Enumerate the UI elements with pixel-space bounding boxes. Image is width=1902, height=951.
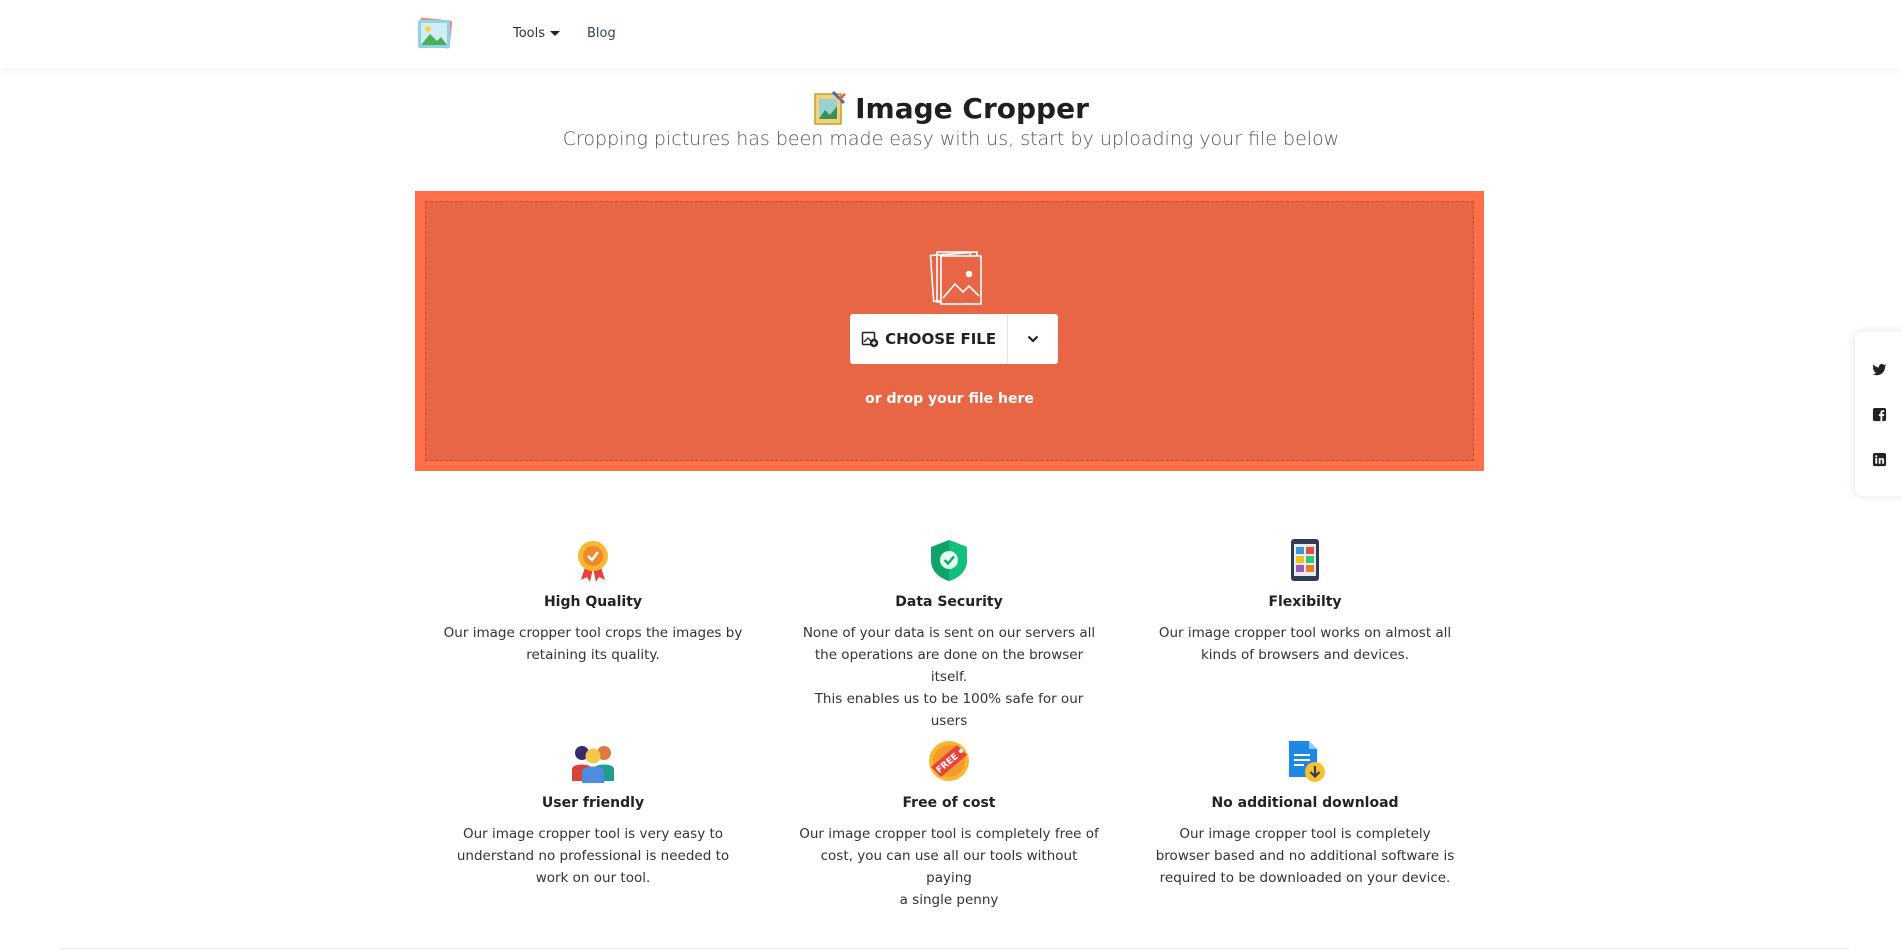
crop-picture-icon [814,90,847,125]
feature-desc-line: required to be downloaded on your device… [1159,870,1451,886]
feature-description: Our image cropper tool crops the images … [443,622,743,666]
feature-no-additional-download: No additional download Our image cropper… [1155,739,1455,889]
nav-tools-label: Tools [513,26,546,41]
images-stack-icon [929,251,982,305]
file-dropzone[interactable]: CHOOSE FILE or drop your file here [415,191,1484,471]
users-group-icon [572,746,614,783]
drop-hint-text: or drop your file here [865,391,1034,407]
file-download-icon [1289,741,1325,782]
page-subtitle: Cropping pictures has been made easy wit… [562,128,1340,150]
hero-title-wrap: Image Cropper [0,90,1902,131]
choose-file-group: CHOOSE FILE [850,314,1058,364]
shield-check-icon [931,540,967,581]
feature-desc-line: None of your data is sent on our servers… [802,625,1096,641]
page-title: Image Cropper [813,90,1089,126]
feature-description: Our image cropper tool is completely fre… [799,823,1099,911]
upload-options-dropdown-button[interactable] [1008,314,1058,364]
footer-divider [60,948,1850,949]
feature-desc-line: Our image cropper tool is completely [1179,826,1431,842]
twitter-icon[interactable] [1872,362,1887,377]
choose-file-label: CHOOSE FILE [885,330,997,348]
top-navbar: Tools Blog [0,0,1902,68]
feature-desc-line: Our image cropper tool is completely fre… [799,826,1099,842]
social-share-sidebar [1855,332,1902,496]
feature-high-quality: High Quality Our image cropper tool crop… [443,538,743,666]
feature-desc-line: cost, you can use all our tools without … [820,848,1078,886]
feature-desc-line: kinds of browsers and devices. [1200,647,1410,663]
dropzone-inner[interactable]: CHOOSE FILE or drop your file here [425,201,1474,461]
feature-desc-line: This enables us to be 100% safe for our … [814,691,1084,729]
feature-title: No additional download [1211,795,1399,811]
feature-title: Data Security [895,594,1003,610]
feature-description: Our image cropper tool works on almost a… [1155,622,1455,666]
feature-desc-line: retaining its quality. [526,647,660,663]
feature-desc-line: Our image cropper tool is very easy to [462,826,724,842]
feature-description: Our image cropper tool is completely bro… [1155,823,1455,889]
chevron-down-icon [1027,335,1039,343]
feature-user-friendly: User friendly Our image cropper tool is … [443,739,743,889]
gallery-logo-icon[interactable] [416,16,454,52]
feature-desc-line: browser based and no additional software… [1155,848,1455,864]
mobile-apps-icon [1291,539,1319,581]
caret-down-icon [550,31,561,36]
feature-title: Flexibilty [1268,594,1342,610]
feature-desc-line: the operations are done on the browser i… [814,647,1084,685]
feature-description: Our image cropper tool is very easy to u… [443,823,743,889]
feature-title: Free of cost [902,795,996,811]
feature-flexibility: Flexibilty Our image cropper tool works … [1155,538,1455,666]
feature-desc-line: understand no professional is needed to [456,848,730,864]
feature-desc-line: work on our tool. [535,870,651,886]
nav-blog-link[interactable]: Blog [587,26,616,41]
feature-desc-line: Our image cropper tool works on almost a… [1158,625,1452,641]
linkedin-icon[interactable] [1872,452,1887,467]
feature-desc-line: Our image cropper tool crops the images … [443,625,743,641]
nav-tools-dropdown[interactable]: Tools [513,26,561,41]
page-title-text: Image Cropper [855,91,1089,125]
feature-title: User friendly [541,795,645,811]
feature-desc-line: a single penny [899,892,999,908]
free-tag-icon: FREE [929,741,969,781]
choose-file-button[interactable]: CHOOSE FILE [850,314,1009,364]
feature-free-of-cost: FREE Free of cost Our image cropper tool… [799,739,1099,911]
facebook-icon[interactable] [1872,407,1887,422]
file-add-icon [861,331,879,348]
feature-title: High Quality [543,594,643,610]
feature-data-security: Data Security None of your data is sent … [799,538,1099,732]
award-ribbon-icon [578,541,608,582]
feature-description: None of your data is sent on our servers… [799,622,1099,732]
